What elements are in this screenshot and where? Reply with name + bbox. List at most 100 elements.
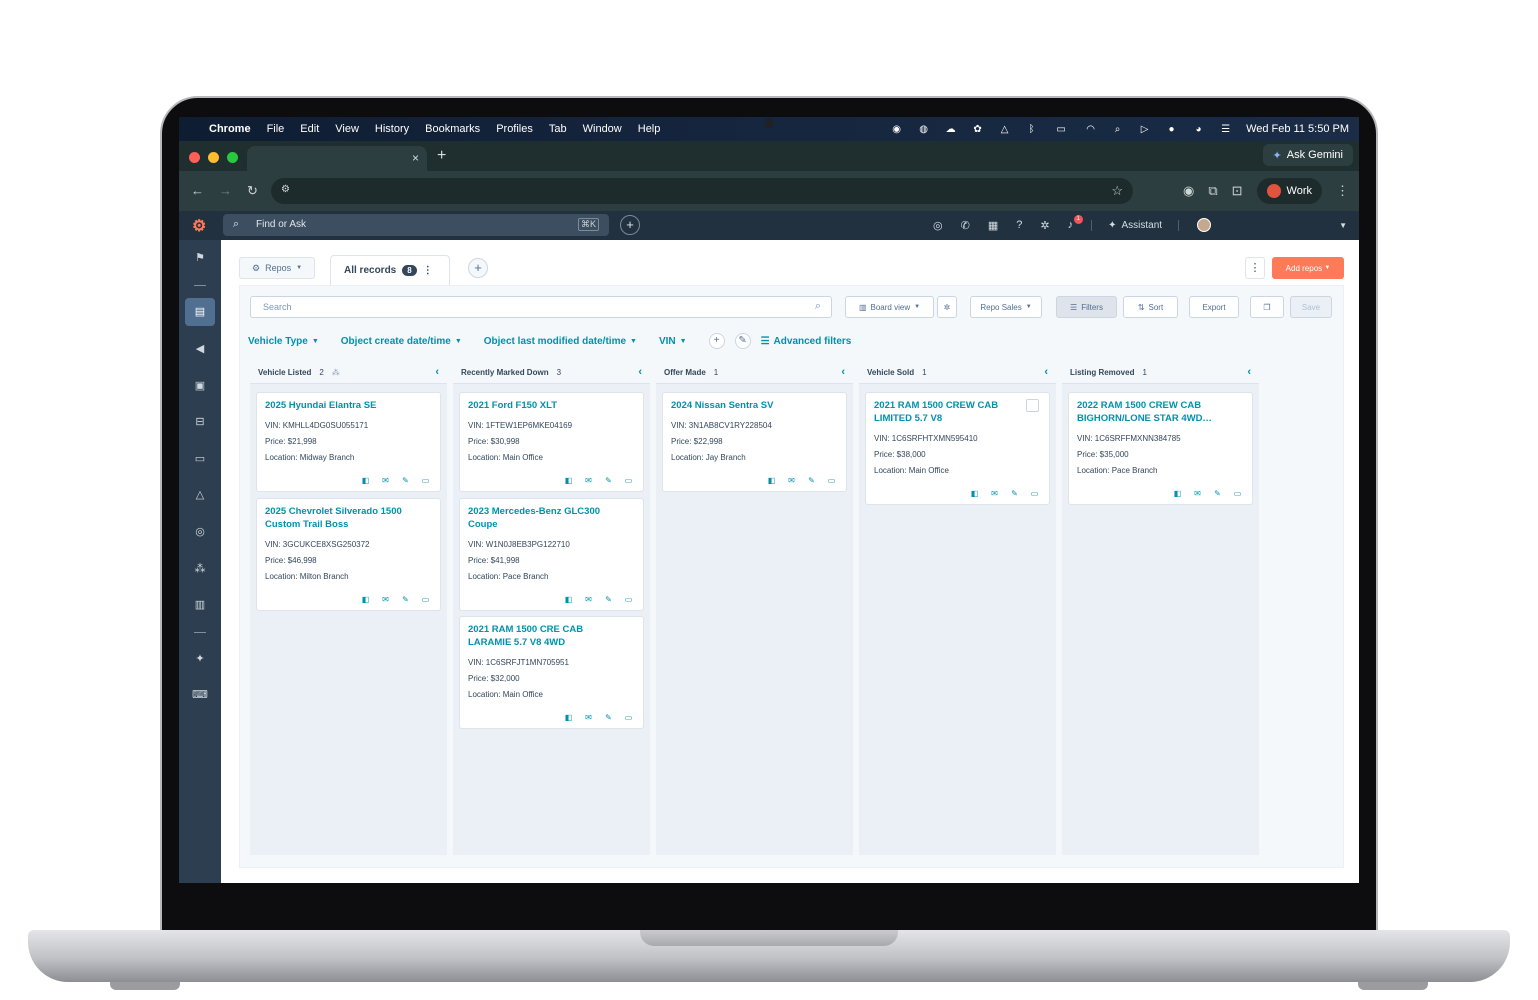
filters-button[interactable]: ☰ Filters: [1056, 296, 1117, 318]
note-icon[interactable]: ✎: [604, 713, 613, 722]
hubspot-logo-icon[interactable]: ⚙: [192, 216, 206, 236]
back-arrow-icon[interactable]: ←: [191, 183, 204, 198]
developer-icon[interactable]: ⌨: [191, 686, 209, 704]
board-view-dropdown[interactable]: ▥ Board view ▼: [845, 296, 934, 318]
record-name-link[interactable]: 2025 Hyundai Elantra SE: [265, 399, 418, 412]
marketing-icon[interactable]: ◀: [191, 340, 209, 358]
note-icon[interactable]: ✎: [1010, 489, 1019, 498]
calendar-icon[interactable]: ▭: [421, 476, 430, 485]
global-search-input[interactable]: ⌕ Find or Ask ⌘K: [223, 214, 609, 236]
forward-arrow-icon[interactable]: →: [219, 183, 232, 198]
bookmark-star-icon[interactable]: ☆: [1111, 183, 1123, 199]
profile-button[interactable]: Work: [1256, 178, 1322, 204]
pipeline-dropdown[interactable]: Repo Sales ▼: [970, 296, 1042, 318]
menu-help[interactable]: Help: [638, 123, 661, 135]
collapse-column-icon[interactable]: ‹: [1247, 366, 1251, 378]
record-card[interactable]: 2024 Nissan Sentra SV VIN: 3N1AB8CV1RY22…: [662, 392, 847, 492]
payments-icon[interactable]: ▭: [191, 450, 209, 468]
assistant-button[interactable]: ✦ Assistant: [1091, 219, 1180, 231]
service-icon[interactable]: △: [191, 486, 209, 504]
settings-gear-icon[interactable]: ✲: [1040, 219, 1049, 232]
note-icon[interactable]: ✎: [401, 476, 410, 485]
reporting-icon[interactable]: ▥: [191, 596, 209, 614]
duplicate-view-button[interactable]: ❐: [1250, 296, 1284, 318]
extensions-icon[interactable]: ⧉: [1208, 183, 1217, 199]
cloud-icon[interactable]: ☁: [944, 124, 957, 135]
email-icon[interactable]: ✉: [381, 476, 390, 485]
record-card[interactable]: 2021 RAM 1500 CREW CAB LIMITED 5.7 V8 VI…: [865, 392, 1050, 505]
filter-modified-date[interactable]: Object last modified date/time ▼: [484, 336, 637, 347]
minimize-window-button[interactable]: [208, 152, 219, 163]
upgrade-icon[interactable]: ◎: [933, 219, 943, 232]
chevron-down-icon[interactable]: ▼: [1339, 221, 1347, 230]
bluetooth-icon[interactable]: ᛒ: [1025, 124, 1038, 135]
content-icon[interactable]: ▣: [191, 377, 209, 395]
create-new-button[interactable]: +: [620, 215, 640, 235]
collapse-column-icon[interactable]: ‹: [841, 366, 845, 378]
battery-icon[interactable]: ▭: [1052, 124, 1070, 135]
zoom-window-button[interactable]: [227, 152, 238, 163]
menu-view[interactable]: View: [335, 123, 359, 135]
menu-bookmarks[interactable]: Bookmarks: [425, 123, 480, 135]
record-name-link[interactable]: 2021 RAM 1500 CRE CAB LARAMIE 5.7 V8 4WD: [468, 623, 621, 649]
automation-icon[interactable]: ⁂: [191, 560, 209, 578]
calendar-icon[interactable]: ▭: [624, 713, 633, 722]
menubar-clock[interactable]: Wed Feb 11 5:50 PM: [1246, 123, 1349, 135]
play-icon[interactable]: ▷: [1138, 124, 1151, 135]
calendar-icon[interactable]: ▭: [624, 476, 633, 485]
automation-icon[interactable]: ⁂: [332, 368, 340, 377]
view-options-icon[interactable]: ⋮: [423, 265, 433, 276]
record-card[interactable]: 2022 RAM 1500 CREW CAB BIGHORN/LONE STAR…: [1068, 392, 1253, 505]
menu-profiles[interactable]: Profiles: [496, 123, 533, 135]
address-bar[interactable]: ⚙ ☆: [271, 178, 1133, 204]
breeze-sparkle-icon[interactable]: ✦: [191, 650, 209, 668]
menu-window[interactable]: Window: [583, 123, 622, 135]
record-card[interactable]: 2023 Mercedes-Benz GLC300 Coupe VIN: W1N…: [459, 498, 644, 611]
grammarly-icon[interactable]: ◉: [890, 124, 903, 135]
wifi-icon[interactable]: ◠: [1084, 124, 1097, 135]
zoom-icon[interactable]: ◍: [917, 124, 930, 135]
commerce-icon[interactable]: ⊟: [191, 413, 209, 431]
calendar-icon[interactable]: ▭: [1233, 489, 1242, 498]
board-settings-button[interactable]: ✲: [937, 296, 957, 318]
collapse-column-icon[interactable]: ‹: [1044, 366, 1048, 378]
menu-edit[interactable]: Edit: [300, 123, 319, 135]
preview-icon[interactable]: ◧: [564, 713, 573, 722]
email-icon[interactable]: ✉: [990, 489, 999, 498]
menu-tab[interactable]: Tab: [549, 123, 567, 135]
record-icon[interactable]: ●: [1165, 124, 1178, 135]
preview-icon[interactable]: ◧: [970, 489, 979, 498]
chrome-menu-icon[interactable]: ⋮: [1336, 183, 1349, 199]
note-icon[interactable]: ✎: [807, 476, 816, 485]
filter-vin[interactable]: VIN ▼: [659, 336, 687, 347]
openai-icon[interactable]: ✿: [971, 124, 984, 135]
close-tab-icon[interactable]: ×: [412, 151, 419, 165]
object-selector[interactable]: ⚙ Repos ▼: [239, 257, 316, 279]
email-icon[interactable]: ✉: [584, 476, 593, 485]
preview-icon[interactable]: ◧: [1173, 489, 1182, 498]
email-icon[interactable]: ✉: [584, 713, 593, 722]
add-view-button[interactable]: +: [468, 258, 488, 278]
reload-icon[interactable]: ↻: [247, 183, 258, 199]
calendar-icon[interactable]: ▭: [1030, 489, 1039, 498]
record-name-link[interactable]: 2024 Nissan Sentra SV: [671, 399, 824, 412]
filter-create-date[interactable]: Object create date/time ▼: [341, 336, 462, 347]
crm-records-icon[interactable]: ▤: [185, 298, 215, 326]
edit-filters-button[interactable]: ✎: [734, 333, 751, 349]
spotlight-icon[interactable]: ⌕: [1111, 124, 1124, 135]
menu-file[interactable]: File: [267, 123, 285, 135]
collapse-column-icon[interactable]: ‹: [435, 366, 439, 378]
ask-gemini-button[interactable]: ✦ Ask Gemini: [1262, 144, 1353, 166]
menu-history[interactable]: History: [375, 123, 409, 135]
note-icon[interactable]: ✎: [604, 595, 613, 604]
record-name-link[interactable]: 2022 RAM 1500 CREW CAB BIGHORN/LONE STAR…: [1077, 399, 1230, 425]
filter-vehicle-type[interactable]: Vehicle Type ▼: [248, 336, 319, 347]
email-icon[interactable]: ✉: [1193, 489, 1202, 498]
preview-icon[interactable]: ◧: [361, 595, 370, 604]
note-icon[interactable]: ✎: [401, 595, 410, 604]
new-tab-button[interactable]: +: [437, 147, 446, 165]
calendar-icon[interactable]: ▭: [624, 595, 633, 604]
export-button[interactable]: Export: [1189, 296, 1239, 318]
bookmarks-icon[interactable]: ⚑: [191, 249, 209, 267]
marketplace-icon[interactable]: ▦: [988, 219, 998, 232]
